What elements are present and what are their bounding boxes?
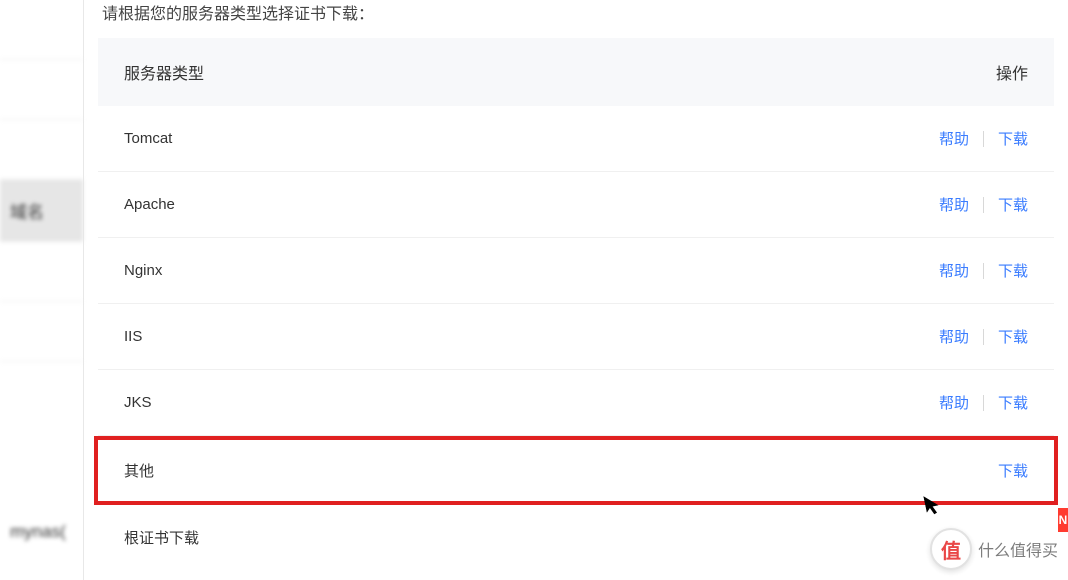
server-name: Tomcat xyxy=(124,130,172,147)
action-divider xyxy=(983,197,984,213)
help-link[interactable]: 帮助 xyxy=(939,260,969,281)
server-name: Apache xyxy=(124,196,175,213)
action-divider xyxy=(983,329,984,345)
server-name: 其他 xyxy=(124,460,154,481)
table-row: JKS 帮助 下载 xyxy=(98,370,1054,436)
new-badge: N xyxy=(1058,508,1068,532)
row-actions: 下载 xyxy=(998,460,1028,481)
help-link[interactable]: 帮助 xyxy=(939,194,969,215)
sidebar: 域名 mynas( xyxy=(0,0,84,580)
download-link[interactable]: 下载 xyxy=(998,128,1028,149)
watermark-logo-icon: 值 xyxy=(930,528,972,570)
action-divider xyxy=(983,131,984,147)
row-actions: 帮助 下载 xyxy=(939,194,1028,215)
action-divider xyxy=(983,395,984,411)
table-row: IIS 帮助 下载 xyxy=(98,304,1054,370)
header-server-type: 服务器类型 xyxy=(124,60,204,84)
download-link[interactable]: 下载 xyxy=(998,460,1028,481)
action-divider xyxy=(983,263,984,279)
watermark: 值 什么值得买 xyxy=(930,528,1058,570)
table-row: Nginx 帮助 下载 xyxy=(98,238,1054,304)
header-action: 操作 xyxy=(996,60,1028,84)
sidebar-item-domain[interactable]: 域名 xyxy=(0,180,83,242)
row-actions: 帮助 下载 xyxy=(939,128,1028,149)
sidebar-item-bottom[interactable]: mynas( xyxy=(0,504,83,560)
row-actions: 帮助 下载 xyxy=(939,260,1028,281)
help-link[interactable]: 帮助 xyxy=(939,326,969,347)
server-name: Nginx xyxy=(124,262,162,279)
server-name: 根证书下载 xyxy=(124,527,199,548)
help-link[interactable]: 帮助 xyxy=(939,128,969,149)
table-row-highlighted: 其他 下载 xyxy=(94,436,1058,505)
main-content: 请根据您的服务器类型选择证书下载： 服务器类型 操作 Tomcat 帮助 下载 … xyxy=(84,0,1068,580)
table-row: 根证书下载 xyxy=(98,505,1054,570)
watermark-text: 什么值得买 xyxy=(978,537,1058,561)
download-link[interactable]: 下载 xyxy=(998,260,1028,281)
intro-text: 请根据您的服务器类型选择证书下载： xyxy=(98,0,1054,38)
row-actions: 帮助 下载 xyxy=(939,326,1028,347)
row-actions: 帮助 下载 xyxy=(939,392,1028,413)
download-link[interactable]: 下载 xyxy=(998,392,1028,413)
download-link[interactable]: 下载 xyxy=(998,326,1028,347)
help-link[interactable]: 帮助 xyxy=(939,392,969,413)
server-name: JKS xyxy=(124,394,152,411)
table-header: 服务器类型 操作 xyxy=(98,38,1054,106)
download-link[interactable]: 下载 xyxy=(998,194,1028,215)
server-name: IIS xyxy=(124,328,142,345)
server-type-table: 服务器类型 操作 Tomcat 帮助 下载 Apache 帮助 下载 Nginx… xyxy=(98,38,1054,570)
table-row: Tomcat 帮助 下载 xyxy=(98,106,1054,172)
table-row: Apache 帮助 下载 xyxy=(98,172,1054,238)
